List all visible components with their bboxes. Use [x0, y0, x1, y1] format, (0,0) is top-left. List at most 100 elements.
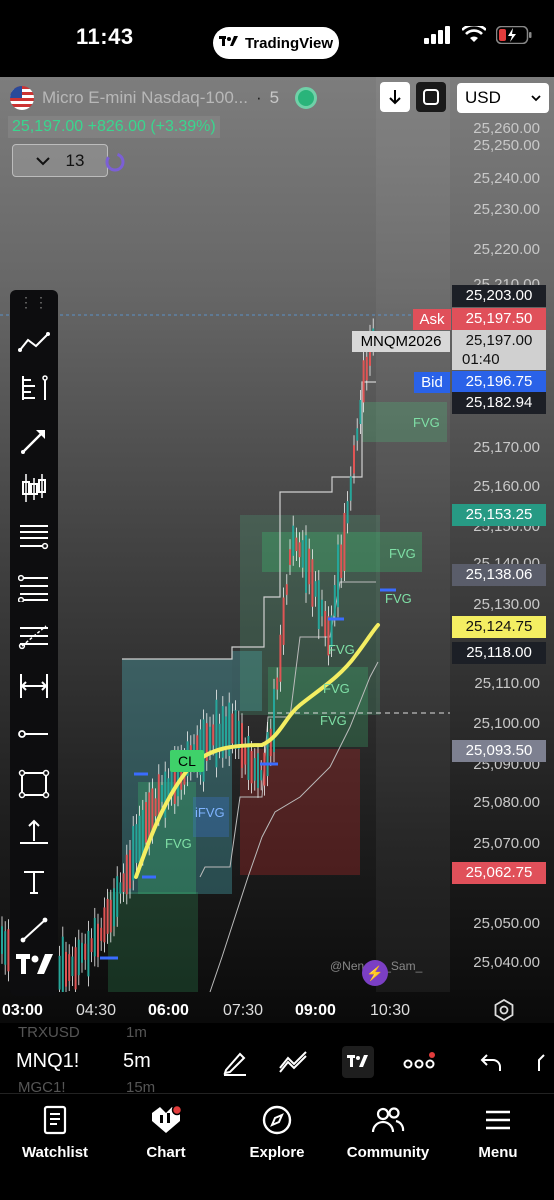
ray-icon	[20, 917, 48, 943]
signal-icon	[424, 26, 450, 44]
brush-tool[interactable]	[16, 422, 52, 458]
trend-line-icon	[18, 332, 50, 352]
nav-chart[interactable]: Chart	[116, 1104, 216, 1161]
candle-body	[324, 611, 327, 637]
candle-body	[333, 584, 336, 617]
candle-body	[90, 938, 93, 953]
candle-body	[125, 854, 128, 895]
nav-explore[interactable]: Explore	[227, 1104, 327, 1161]
candle-body	[106, 898, 109, 934]
candle-body	[353, 445, 355, 474]
symbol-name[interactable]: Micro E-mini Nasdaq-100...	[42, 88, 248, 108]
nav-menu[interactable]: Menu	[448, 1104, 548, 1161]
redo-icon	[538, 1054, 545, 1071]
people-icon	[371, 1107, 405, 1133]
chart-settings-icon[interactable]	[493, 999, 515, 1021]
lightning-icon[interactable]: ⚡	[362, 960, 388, 986]
x-tick: 03:00	[2, 1002, 43, 1019]
redo-button[interactable]	[534, 1045, 554, 1079]
candle-body	[138, 815, 141, 863]
text-tool[interactable]	[16, 864, 52, 900]
app-screen: 11:43 TradingView Micro E-mini Nasdaq-10…	[0, 0, 554, 1200]
rectangle-tool[interactable]	[16, 766, 52, 802]
indicator-count-toggle[interactable]: 13	[12, 144, 108, 177]
x-tick: 07:30	[223, 1002, 264, 1019]
price-tag-level-g: 25,062.75	[452, 862, 546, 884]
candle-body	[260, 770, 263, 781]
nav-community[interactable]: Community	[338, 1104, 438, 1161]
undo-button[interactable]	[474, 1045, 508, 1079]
candle-body	[87, 930, 90, 977]
status-icons	[424, 26, 532, 44]
candle-body	[314, 581, 317, 597]
y-tick: 25,170.00	[473, 439, 540, 456]
channel-tool[interactable]	[16, 570, 52, 606]
candle-body	[71, 956, 74, 977]
bid-label: Bid	[414, 372, 450, 393]
refresh-icon[interactable]	[103, 150, 127, 174]
fvg-label: FVG	[385, 591, 412, 606]
symbol-header[interactable]: Micro E-mini Nasdaq-100... · 5	[10, 86, 318, 110]
symbol-separator: ·	[255, 88, 262, 107]
toolbar-drag-handle[interactable]: ⋮⋮	[10, 294, 58, 311]
chart-area[interactable]: Micro E-mini Nasdaq-100... · 5 25,197.00…	[0, 77, 554, 1023]
range-tool[interactable]	[16, 668, 52, 704]
chevron-down-icon	[35, 156, 50, 165]
x-tick: 09:00	[295, 1002, 336, 1019]
nav-watchlist[interactable]: Watchlist	[5, 1104, 105, 1161]
indicator-count: 13	[65, 150, 85, 170]
candle-body	[273, 688, 275, 753]
app-pill[interactable]: TradingView	[213, 27, 339, 59]
symbol-strip: TRXUSD 1m MNQ1! 5m MGC1! 15m	[0, 1023, 554, 1096]
candle-body	[116, 876, 119, 917]
ghost-interval: 1m	[126, 1024, 147, 1041]
horizontal-line-tool[interactable]	[16, 716, 52, 752]
nav-label: Explore	[249, 1144, 305, 1161]
chevron-down-icon	[531, 95, 541, 102]
more-button[interactable]	[402, 1045, 436, 1079]
candle-body	[132, 826, 135, 881]
tradingview-logo-icon	[218, 35, 239, 51]
candle-body	[225, 716, 227, 749]
candles-icon	[22, 474, 46, 502]
draw-button[interactable]	[218, 1045, 252, 1079]
candle-body	[298, 542, 301, 558]
y-tick: 25,130.00	[473, 596, 540, 613]
lines-tool[interactable]	[16, 518, 52, 554]
current-interval[interactable]: 5m	[123, 1050, 151, 1073]
candle-body	[141, 809, 144, 856]
tradingview-button[interactable]	[342, 1046, 374, 1078]
y-tick: 25,080.00	[473, 794, 540, 811]
candle-body	[292, 525, 295, 556]
candle-body	[263, 752, 266, 786]
fvg-label: FVG	[389, 546, 416, 561]
fvg-label: FVG	[328, 642, 355, 657]
measure-tool[interactable]	[16, 814, 52, 850]
y-tick: 25,160.00	[473, 478, 540, 495]
candle-body	[119, 882, 122, 894]
candle-body	[4, 931, 7, 965]
y-tick: 25,230.00	[473, 201, 540, 218]
nav-label: Watchlist	[21, 1144, 89, 1161]
zone-green-fvg-3	[268, 667, 368, 747]
pattern-tool[interactable]	[16, 470, 52, 506]
pitch-tool[interactable]	[16, 618, 52, 654]
candle-body	[257, 753, 259, 788]
fib-tool[interactable]	[16, 370, 52, 406]
candle-body	[295, 537, 298, 552]
currency-select[interactable]: USD	[457, 83, 549, 113]
candle-body	[84, 943, 87, 960]
candle-body	[356, 428, 359, 441]
candle-body	[231, 713, 234, 744]
indicators-button[interactable]	[276, 1045, 310, 1079]
price-tag-level-c: 25,138.06	[452, 564, 546, 586]
candle-body	[276, 677, 279, 690]
fullscreen-button[interactable]	[416, 82, 446, 112]
download-button[interactable]	[380, 82, 410, 112]
current-symbol[interactable]: MNQ1!	[16, 1050, 79, 1073]
candle-body	[365, 356, 368, 381]
trend-tool[interactable]	[16, 324, 52, 360]
channel-icon	[18, 574, 48, 602]
ray-tool[interactable]	[16, 912, 52, 948]
bottom-nav: Watchlist Chart Explore Community Menu	[0, 1093, 554, 1200]
